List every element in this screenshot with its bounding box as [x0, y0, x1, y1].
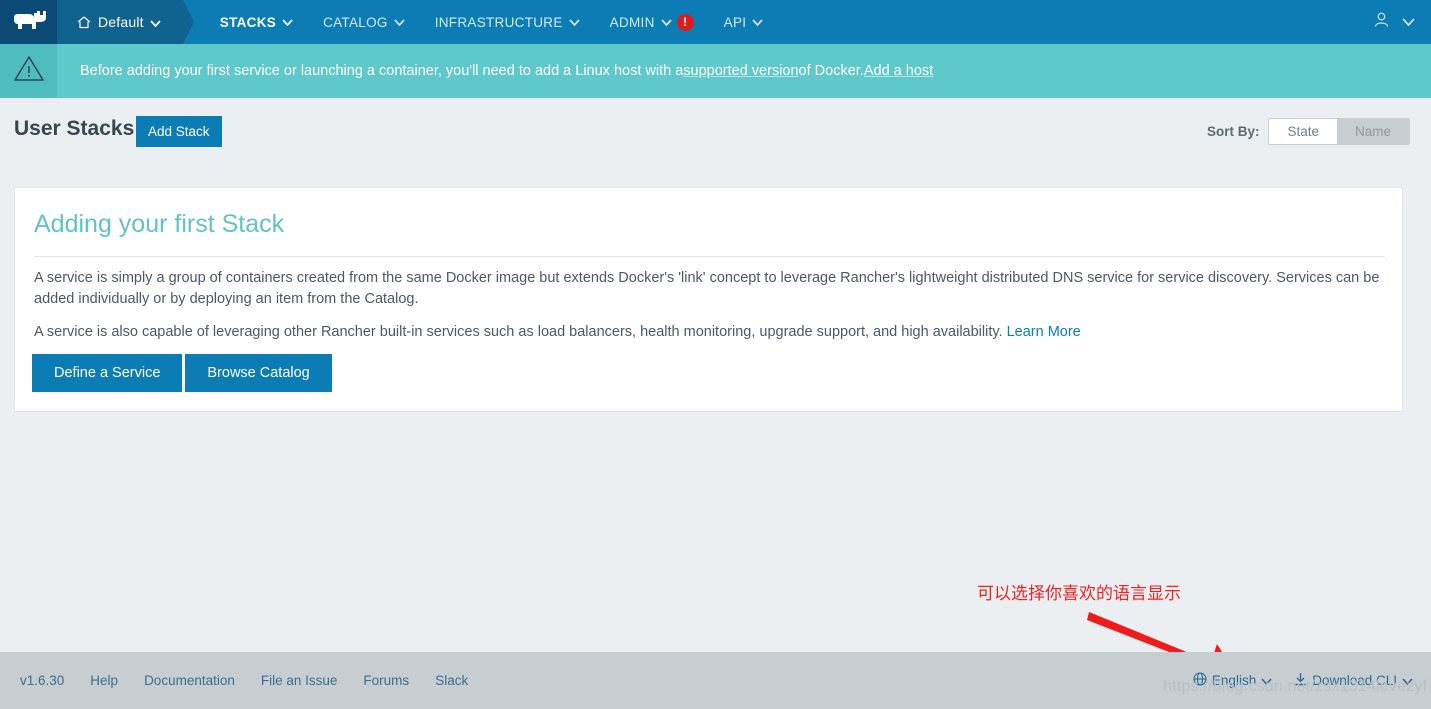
- rancher-logo-button[interactable]: [0, 0, 57, 44]
- nav-item-admin[interactable]: ADMIN !: [595, 0, 709, 44]
- banner-message: Before adding your first service or laun…: [57, 44, 933, 98]
- page-title: User Stacks: [14, 117, 135, 140]
- nav-item-infrastructure[interactable]: INFRASTRUCTURE: [420, 0, 595, 44]
- page-header: User Stacks Add Stack Sort By: State Nam…: [0, 98, 1431, 168]
- sort-by-name-button[interactable]: Name: [1336, 119, 1409, 144]
- user-avatar-icon[interactable]: [1373, 11, 1390, 33]
- supported-version-link[interactable]: supported version: [683, 63, 798, 79]
- top-navigation-bar: Default STACKS CATALOG INFRASTRUCTURE AD…: [0, 0, 1431, 44]
- chevron-down-icon: [569, 18, 580, 26]
- warning-icon-container: [0, 44, 57, 98]
- rancher-cow-logo-icon: [12, 9, 46, 36]
- footer-links-left: v1.6.30 Help Documentation File an Issue…: [0, 673, 468, 688]
- nav-item-api-label: API: [723, 14, 747, 30]
- environment-selector[interactable]: Default: [57, 0, 194, 44]
- chevron-down-icon: [752, 18, 763, 26]
- learn-more-link[interactable]: Learn More: [1007, 324, 1081, 340]
- chevron-down-icon: [661, 18, 672, 26]
- chevron-down-icon: [394, 18, 405, 26]
- nav-item-catalog-label: CATALOG: [323, 14, 388, 30]
- card-action-buttons: Define a Service Browse Catalog: [32, 354, 332, 392]
- footer-version: v1.6.30: [20, 673, 65, 688]
- nav-item-admin-label: ADMIN: [609, 14, 655, 30]
- nav-item-stacks[interactable]: STACKS: [205, 0, 308, 44]
- watermark-text: https://blog.csdn.net/zsx1314lovezyf: [1163, 678, 1428, 695]
- main-nav-items: STACKS CATALOG INFRASTRUCTURE ADMIN ! AP…: [205, 0, 779, 44]
- banner-text-middle: of Docker.: [798, 63, 864, 79]
- chevron-down-icon: [282, 18, 293, 26]
- nav-item-catalog[interactable]: CATALOG: [308, 0, 420, 44]
- add-a-host-link[interactable]: Add a host: [864, 63, 933, 79]
- nav-item-stacks-label: STACKS: [219, 14, 277, 30]
- warning-triangle-icon: [13, 54, 45, 88]
- banner-text-before: Before adding your first service or laun…: [80, 63, 684, 79]
- sort-by-control: Sort By: State Name: [1207, 118, 1410, 145]
- sort-segmented-control: State Name: [1268, 118, 1410, 145]
- define-a-service-button[interactable]: Define a Service: [32, 354, 183, 392]
- user-menu[interactable]: [1373, 0, 1431, 44]
- annotation-text: 可以选择你喜欢的语言显示: [977, 584, 1181, 604]
- chevron-down-icon: [150, 14, 161, 30]
- nav-item-infrastructure-label: INFRASTRUCTURE: [434, 14, 563, 30]
- card-paragraph-1: A service is simply a group of container…: [34, 270, 1380, 307]
- nav-item-api[interactable]: API: [709, 0, 779, 44]
- chevron-down-icon[interactable]: [1402, 13, 1415, 31]
- footer-link-slack[interactable]: Slack: [435, 673, 468, 688]
- app-root: Default STACKS CATALOG INFRASTRUCTURE AD…: [0, 0, 1431, 709]
- card-title: Adding your first Stack: [34, 210, 285, 238]
- sort-by-label: Sort By:: [1206, 124, 1260, 139]
- footer-link-help[interactable]: Help: [90, 673, 118, 688]
- footer-link-forums[interactable]: Forums: [363, 673, 409, 688]
- card-divider: [34, 256, 1385, 257]
- add-stack-button[interactable]: Add Stack: [136, 116, 222, 147]
- footer-link-file-an-issue[interactable]: File an Issue: [261, 673, 338, 688]
- card-paragraph-2: A service is also capable of leveraging …: [34, 322, 1389, 343]
- card-body: A service is simply a group of container…: [34, 268, 1389, 355]
- environment-label: Default: [98, 14, 144, 30]
- card-paragraph-2-text: A service is also capable of leveraging …: [34, 324, 1007, 340]
- footer-link-documentation[interactable]: Documentation: [144, 673, 235, 688]
- sort-by-state-button[interactable]: State: [1269, 119, 1337, 144]
- browse-catalog-button[interactable]: Browse Catalog: [185, 354, 332, 392]
- admin-alert-badge[interactable]: !: [676, 13, 694, 31]
- home-icon: [77, 15, 91, 29]
- host-warning-banner: Before adding your first service or laun…: [0, 44, 1431, 98]
